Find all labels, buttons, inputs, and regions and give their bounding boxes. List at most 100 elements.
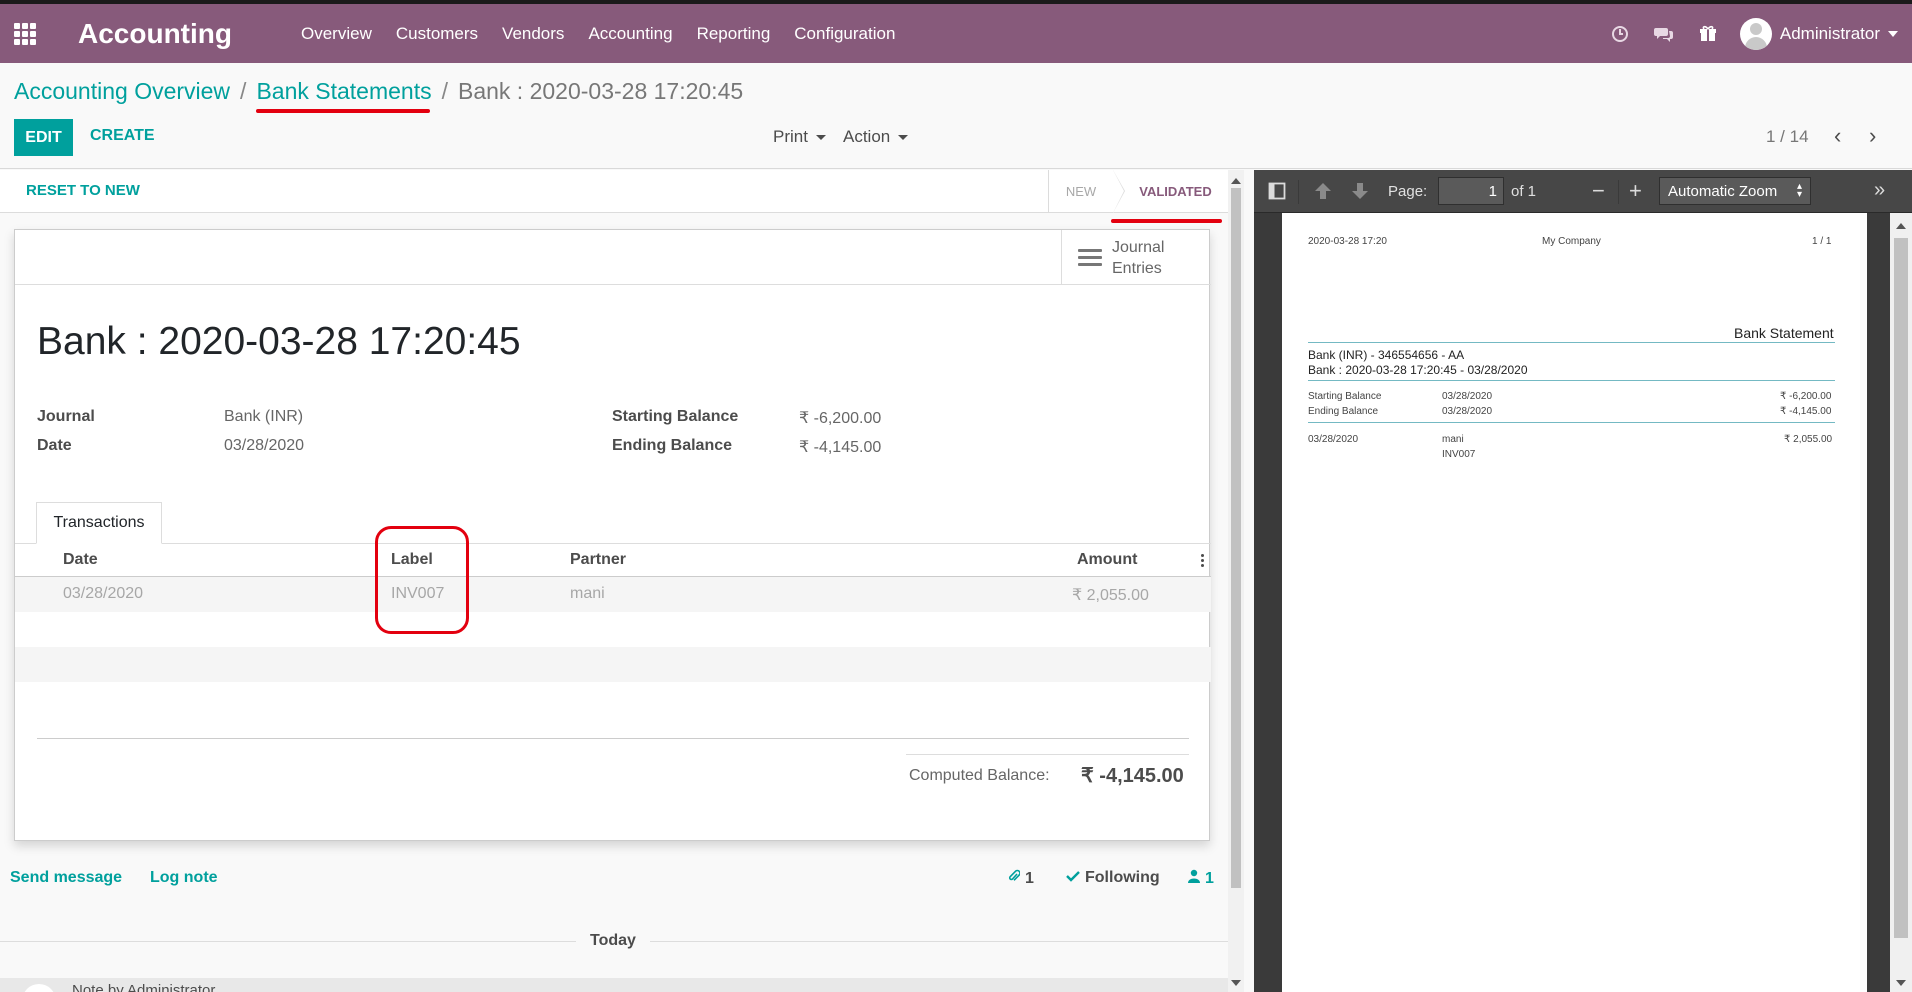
check-icon — [1066, 869, 1080, 887]
scroll-down-icon[interactable] — [1896, 980, 1906, 986]
sidebar-toggle-icon[interactable] — [1268, 182, 1286, 205]
zoom-out-icon[interactable]: − — [1592, 178, 1605, 204]
journal-entries-button[interactable]: Journal Entries — [1061, 230, 1211, 285]
breadcrumb-bank-statements[interactable]: Bank Statements — [256, 78, 431, 105]
main-navbar: Accounting Overview Customers Vendors Ac… — [0, 4, 1912, 63]
annotation-underline-status — [1111, 219, 1222, 223]
computed-balance-label: Computed Balance: — [909, 767, 1050, 784]
action-label: Action — [843, 127, 891, 146]
table-empty-row — [15, 647, 1211, 682]
menu-accounting[interactable]: Accounting — [576, 24, 684, 44]
row-partner: mani — [570, 585, 605, 602]
tab-divider — [15, 543, 1211, 544]
paperclip-icon — [1008, 869, 1021, 888]
pdf-scrollbar-thumb[interactable] — [1894, 238, 1908, 938]
scroll-down-icon[interactable] — [1231, 980, 1241, 986]
page-count: of 1 — [1511, 183, 1537, 200]
reset-to-new-button[interactable]: RESET TO NEW — [26, 182, 140, 199]
user-menu[interactable]: Administrator — [1739, 17, 1898, 50]
menu-reporting[interactable]: Reporting — [685, 24, 783, 44]
totals-divider — [906, 754, 1189, 755]
chat-icon[interactable] — [1642, 4, 1686, 63]
doc-header-rule — [1308, 380, 1835, 381]
pager-next-icon[interactable]: › — [1869, 125, 1876, 147]
attachments-button[interactable]: 1 — [1008, 869, 1034, 888]
doc-line-partner: mani — [1442, 434, 1464, 445]
pager-value[interactable]: 1 / 14 — [1766, 127, 1809, 147]
print-dropdown[interactable]: Print — [773, 127, 826, 147]
breadcrumb-separator: / — [441, 78, 448, 104]
send-message-button[interactable]: Send message — [10, 869, 122, 887]
zoom-value: Automatic Zoom — [1668, 182, 1778, 200]
doc-title-rule — [1308, 342, 1835, 343]
column-partner[interactable]: Partner — [570, 551, 626, 569]
pdf-page: 2020-03-28 17:20 My Company 1 / 1 Bank S… — [1282, 213, 1867, 992]
stage-validated-label: VALIDATED — [1139, 184, 1212, 199]
stage-validated: VALIDATED — [1113, 170, 1228, 213]
gift-icon[interactable] — [1686, 4, 1730, 63]
action-dropdown[interactable]: Action — [843, 127, 909, 147]
button-box: Journal Entries — [15, 230, 1211, 285]
date-value: 03/28/2020 — [224, 437, 305, 454]
followers-button[interactable]: 1 — [1188, 869, 1214, 888]
doc-page-number: 1 / 1 — [1812, 236, 1832, 247]
following-label: Following — [1085, 869, 1160, 886]
starting-balance-value: ₹ -6,200.00 — [799, 410, 882, 427]
pdf-viewer: Page: of 1 − + Automatic Zoom ▴▾ » 2020-… — [1254, 170, 1912, 992]
followers-count: 1 — [1205, 869, 1214, 887]
app-title: Accounting — [78, 18, 232, 49]
doc-statement: Bank : 2020-03-28 17:20:45 - 03/28/2020 — [1308, 363, 1528, 377]
doc-line-date: 03/28/2020 — [1308, 434, 1359, 445]
next-page-icon[interactable] — [1351, 182, 1369, 205]
pager-previous-icon[interactable]: ‹ — [1834, 125, 1841, 147]
stage-new[interactable]: NEW — [1048, 170, 1125, 213]
column-amount[interactable]: Amount — [1077, 551, 1137, 569]
page-number-input[interactable] — [1438, 177, 1504, 205]
form-sheet: Journal Entries Bank : 2020-03-28 17:20:… — [14, 229, 1211, 841]
journal-value: Bank (INR) — [224, 408, 304, 425]
annotation-circle-label — [375, 526, 469, 634]
bars-icon — [1078, 249, 1102, 266]
table-row[interactable] — [15, 577, 1211, 612]
menu-overview[interactable]: Overview — [289, 24, 384, 44]
doc-company: My Company — [1542, 236, 1601, 247]
apps-menu-icon[interactable] — [14, 23, 36, 45]
edit-button[interactable]: EDIT — [14, 119, 73, 156]
journal-entries-label-line1: Journal — [1112, 238, 1165, 256]
tab-transactions[interactable]: Transactions — [36, 502, 162, 544]
stage-new-label: NEW — [1065, 184, 1097, 199]
previous-page-icon[interactable] — [1314, 182, 1332, 205]
column-date[interactable]: Date — [63, 551, 98, 569]
following-button[interactable]: Following — [1066, 869, 1160, 887]
clock-icon[interactable] — [1598, 4, 1642, 63]
optional-columns-icon[interactable] — [1201, 554, 1205, 567]
journal-label: Journal — [37, 408, 95, 425]
print-label: Print — [773, 127, 808, 146]
user-icon — [1188, 869, 1200, 888]
zoom-select[interactable]: Automatic Zoom ▴ ▾ — [1659, 177, 1811, 205]
menu-customers[interactable]: Customers — [384, 24, 490, 44]
doc-starting-date: 03/28/2020 — [1442, 391, 1493, 402]
scroll-up-icon[interactable] — [1231, 178, 1241, 184]
scroll-up-icon[interactable] — [1896, 223, 1906, 229]
menu-configuration[interactable]: Configuration — [782, 24, 907, 44]
form-statusbar: RESET TO NEW NEW VALIDATED — [0, 170, 1228, 213]
date-label: Date — [37, 437, 72, 454]
menu-vendors[interactable]: Vendors — [490, 24, 576, 44]
form-scrollbar[interactable] — [1228, 170, 1244, 992]
tools-menu-icon[interactable]: » — [1874, 179, 1885, 202]
computed-balance-value: ₹ -4,145.00 — [1081, 765, 1184, 787]
systray: Administrator — [1598, 4, 1912, 63]
breadcrumb: Accounting Overview / Bank Statements / … — [14, 78, 743, 105]
pdf-scrollbar[interactable] — [1890, 213, 1912, 992]
doc-balance-rule — [1308, 422, 1835, 423]
doc-ending-date: 03/28/2020 — [1442, 406, 1493, 417]
doc-title: Bank Statement — [1734, 325, 1834, 341]
breadcrumb-accounting-overview[interactable]: Accounting Overview — [14, 78, 230, 105]
breadcrumb-current: Bank : 2020-03-28 17:20:45 — [457, 78, 744, 104]
scrollbar-thumb[interactable] — [1231, 188, 1241, 888]
create-button[interactable]: CREATE — [90, 127, 155, 145]
record-title: Bank : 2020-03-28 17:20:45 — [37, 320, 521, 363]
zoom-in-icon[interactable]: + — [1629, 178, 1642, 204]
log-note-button[interactable]: Log note — [150, 869, 218, 887]
